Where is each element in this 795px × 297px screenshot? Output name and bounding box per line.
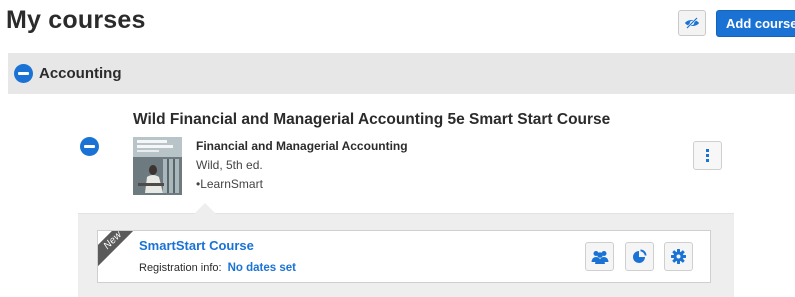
registration-label: Registration info: bbox=[139, 262, 222, 274]
toggle-visibility-button[interactable] bbox=[678, 10, 706, 36]
new-ribbon-label: New bbox=[101, 230, 125, 252]
section-title-link[interactable]: SmartStart Course bbox=[139, 238, 254, 253]
section-title: Accounting bbox=[39, 65, 122, 82]
reports-button[interactable] bbox=[625, 242, 654, 271]
panel-pointer bbox=[194, 203, 216, 214]
book-cover-image bbox=[133, 137, 182, 195]
page-title: My courses bbox=[6, 6, 146, 34]
registration-value[interactable]: No dates set bbox=[228, 262, 296, 274]
add-course-button[interactable]: Add course bbox=[716, 10, 795, 37]
settings-gear-icon bbox=[671, 249, 686, 264]
registration-info: Registration info: No dates set bbox=[139, 262, 296, 274]
course-title: Wild Financial and Managerial Accounting… bbox=[133, 111, 611, 128]
minus-circle-icon[interactable] bbox=[14, 64, 33, 83]
vertical-dots-icon bbox=[706, 149, 709, 162]
eye-slash-icon bbox=[685, 17, 699, 29]
section-settings-button[interactable] bbox=[664, 242, 693, 271]
book-product: •LearnSmart bbox=[196, 177, 263, 191]
reports-pie-icon bbox=[633, 249, 647, 263]
course-options-button[interactable] bbox=[693, 141, 722, 170]
book-author-edition: Wild, 5th ed. bbox=[196, 158, 263, 172]
users-icon bbox=[591, 250, 608, 264]
book-title: Financial and Managerial Accounting bbox=[196, 139, 408, 153]
students-button[interactable] bbox=[585, 242, 614, 271]
section-card: New SmartStart Course Registration info:… bbox=[97, 230, 711, 283]
section-header-accounting[interactable]: Accounting bbox=[8, 53, 795, 94]
collapse-course-icon[interactable] bbox=[80, 137, 99, 156]
